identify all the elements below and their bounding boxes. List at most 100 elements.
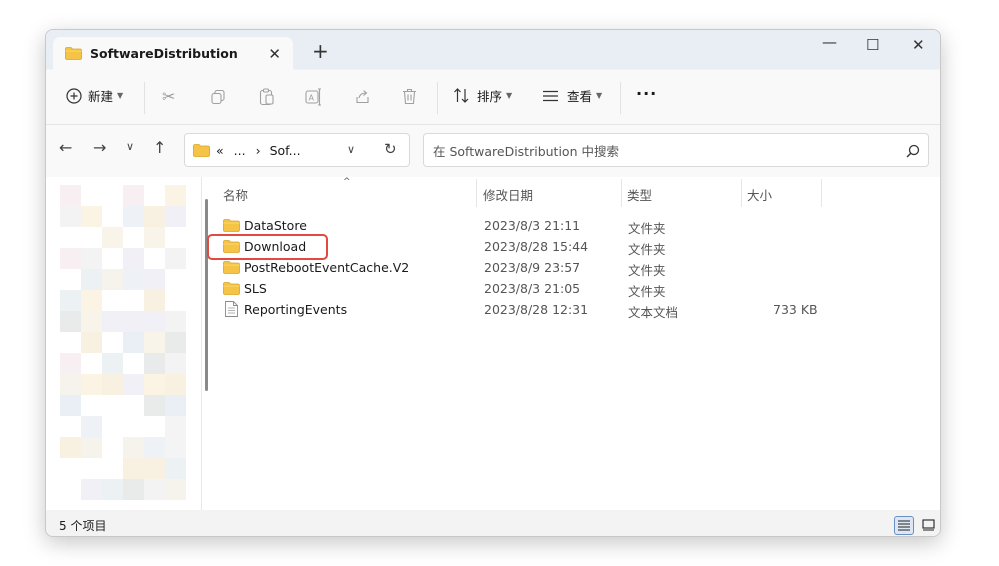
file-row-datastore[interactable]: DataStore 2023/8/3 21:11 文件夹 [218,215,838,236]
address-history-chevron-icon[interactable]: ∨ [347,143,355,156]
column-divider[interactable] [741,179,742,207]
file-row-postrebooteventcache[interactable]: PostRebootEventCache.V2 2023/8/9 23:57 文… [218,257,838,278]
sort-ascending-icon: ^ [343,177,351,187]
item-count: 5 个项目 [59,519,107,533]
blurred-sidebar-cell [60,353,81,374]
copy-icon[interactable] [210,89,226,105]
folder-icon [193,143,210,157]
address-separator-icon: › [255,142,261,158]
close-tab-icon[interactable]: ✕ [268,45,281,63]
file-type: 文件夹 [628,221,666,236]
rename-icon[interactable]: A [305,88,323,106]
column-divider[interactable] [821,179,822,207]
blurred-sidebar-cell [102,311,123,332]
blurred-sidebar-cell [102,269,123,290]
cut-icon[interactable]: ✂ [162,87,175,106]
blurred-sidebar-cell [165,185,186,206]
blurred-sidebar-cell [165,206,186,227]
column-header-type[interactable]: 类型 [627,185,652,204]
tab-softwaredistribution[interactable]: SoftwareDistribution ✕ [53,37,293,70]
blurred-sidebar-cell [123,206,144,227]
blurred-sidebar-cell [60,374,81,395]
close-window-button[interactable]: ✕ [912,36,925,54]
blurred-sidebar-cell [81,269,102,290]
folder-icon [223,219,240,232]
blurred-sidebar-cell [81,332,102,353]
file-name: ReportingEvents [244,302,348,317]
highlight-annotation-box [207,234,328,260]
view-button[interactable]: 查看 ▼ [542,86,602,105]
address-overflow[interactable]: « [216,143,224,158]
sort-button[interactable]: 排序 ▼ [453,86,512,105]
minimize-button[interactable]: — [822,33,837,51]
forward-arrow-icon[interactable]: → [93,138,106,157]
up-arrow-icon[interactable]: ↑ [153,138,166,157]
file-row-sls[interactable]: SLS 2023/8/3 21:05 文件夹 [218,278,838,299]
title-bar: SoftwareDistribution ✕ + — ☐ ✕ [46,30,940,70]
blurred-sidebar-cell [165,437,186,458]
view-label: 查看 [567,89,593,104]
blurred-sidebar-cell [165,248,186,269]
content-area: ^ 名称 修改日期 类型 大小 DataStore 2023/8/3 21:11… [46,177,940,510]
maximize-button[interactable]: ☐ [866,36,879,54]
blurred-sidebar-cell [165,332,186,353]
chevron-down-icon: ▼ [506,91,513,100]
file-row-reportingevents[interactable]: ReportingEvents 2023/8/28 12:31 文本文档 733… [218,299,838,320]
delete-icon[interactable] [402,88,417,105]
file-date: 2023/8/3 21:11 [484,218,581,233]
svg-text:A: A [309,94,315,103]
file-type: 文件夹 [628,284,666,299]
column-header-name[interactable]: 名称 [223,185,248,204]
column-divider[interactable] [621,179,622,207]
file-type: 文本文档 [628,305,679,320]
search-input[interactable]: 在 SoftwareDistribution 中搜索 [423,133,929,167]
large-icons-view-button[interactable] [918,516,938,535]
status-bar: 5 个项目 [46,510,940,536]
blurred-sidebar-cell [123,311,144,332]
blurred-sidebar-cell [144,479,165,500]
view-list-icon [543,90,558,101]
column-header-date[interactable]: 修改日期 [483,185,533,204]
more-options-button[interactable]: ··· [636,84,657,103]
blurred-sidebar-cell [165,311,186,332]
navigation-pane[interactable] [60,177,208,510]
blurred-sidebar-cell [123,458,144,479]
chevron-down-icon: ▼ [117,91,124,100]
blurred-sidebar-cell [144,458,165,479]
chevron-down-icon: ▼ [596,91,603,100]
column-divider[interactable] [476,179,477,207]
sort-label: 排序 [477,89,503,104]
back-arrow-icon[interactable]: ← [59,138,72,157]
new-button[interactable]: 新建 ▼ [66,86,123,105]
blurred-sidebar-cell [102,353,123,374]
blurred-sidebar-cell [144,437,165,458]
blurred-sidebar-cell [144,395,165,416]
blurred-sidebar-cell [123,479,144,500]
folder-icon [223,282,240,295]
blurred-sidebar-cell [165,479,186,500]
new-tab-button[interactable]: + [312,39,329,63]
details-view-button[interactable] [894,516,914,535]
sidebar-scrollbar[interactable] [205,199,208,391]
file-date: 2023/8/28 15:44 [484,239,589,254]
address-ellipsis[interactable]: ... [234,143,246,158]
file-date: 2023/8/3 21:05 [484,281,581,296]
blurred-sidebar-cell [123,248,144,269]
navigation-bar: ← → ∨ ↑ « ... › Sof... ∨ ↻ 在 SoftwareDis… [46,125,940,177]
paste-icon[interactable] [259,88,275,106]
address-bar[interactable]: « ... › Sof... ∨ ↻ [184,133,410,167]
blurred-sidebar-cell [123,374,144,395]
pane-divider[interactable] [201,177,202,510]
blurred-sidebar-cell [81,248,102,269]
column-header-size[interactable]: 大小 [747,185,772,204]
search-icon[interactable] [906,144,920,158]
address-current-folder[interactable]: Sof... [270,143,301,158]
file-type: 文件夹 [628,263,666,278]
blurred-sidebar-cell [165,416,186,437]
blurred-sidebar-cell [102,227,123,248]
folder-icon [223,261,240,274]
recent-locations-chevron-icon[interactable]: ∨ [126,140,134,153]
share-icon[interactable] [354,88,371,105]
refresh-icon[interactable]: ↻ [384,140,397,158]
blurred-sidebar-cell [165,458,186,479]
